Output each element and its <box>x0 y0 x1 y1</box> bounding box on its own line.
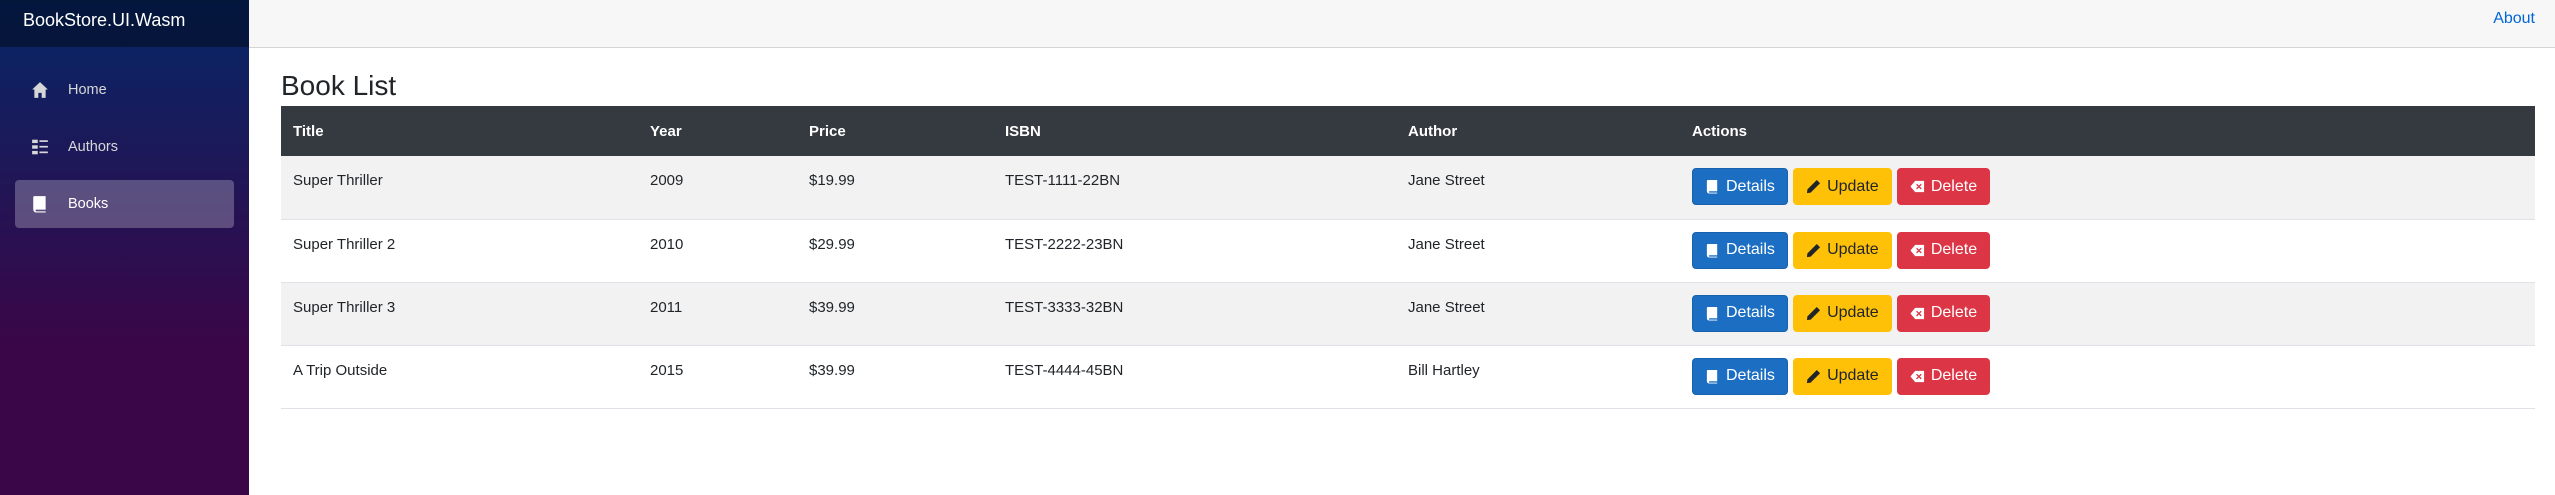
column-header-title: Title <box>293 122 324 140</box>
cell-year: 2011 <box>650 298 683 316</box>
book-icon <box>1706 306 1718 321</box>
cell-author: Jane Street <box>1408 298 1485 316</box>
update-label: Update <box>1827 241 1879 258</box>
details-label: Details <box>1726 367 1775 384</box>
cell-price: $39.99 <box>809 361 855 379</box>
table-header-row: Title Year Price ISBN Author Actions <box>281 106 2535 156</box>
cell-isbn: TEST-3333-32BN <box>1005 298 1124 316</box>
details-button[interactable]: Details <box>1692 168 1788 205</box>
details-button[interactable]: Details <box>1692 294 1788 332</box>
pencil-icon <box>1807 179 1821 194</box>
book-icon <box>1706 369 1718 384</box>
update-label: Update <box>1827 304 1879 321</box>
details-label: Details <box>1726 177 1775 195</box>
page-title: Book List <box>281 70 397 101</box>
table-row: Super Thriller 3 2011 $39.99 TEST-3333-3… <box>281 282 2535 345</box>
table-row: Super Thriller 2009 $19.99 TEST-1111-22B… <box>281 156 2535 219</box>
cell-title: Super Thriller 2 <box>293 235 396 253</box>
cell-price: $19.99 <box>809 172 855 189</box>
app-brand[interactable]: BookStore.UI.Wasm <box>0 0 249 47</box>
sidebar-item-home[interactable]: Home <box>15 66 234 114</box>
list-icon <box>30 137 50 157</box>
pencil-icon <box>1807 243 1821 257</box>
sidebar-item-label: Books <box>68 196 109 212</box>
details-button[interactable]: Details <box>1692 231 1788 269</box>
update-button[interactable]: Update <box>1793 294 1892 332</box>
pencil-icon <box>1807 306 1821 320</box>
column-header-isbn: ISBN <box>1005 122 1041 140</box>
cell-actions: Details Update Delete <box>1680 219 2535 282</box>
update-label: Update <box>1827 367 1879 384</box>
main-content: Book List Title Year Price ISBN Author A… <box>281 48 2535 409</box>
column-header-price: Price <box>809 122 846 140</box>
table-row: Super Thriller 2 2010 $29.99 TEST-2222-2… <box>281 219 2535 282</box>
delete-button[interactable]: Delete <box>1896 357 1991 395</box>
about-link[interactable]: About <box>2493 10 2535 28</box>
details-label: Details <box>1726 241 1775 258</box>
details-button[interactable]: Details <box>1692 357 1788 395</box>
cell-actions: Details Update Delete <box>1680 345 2535 408</box>
book-icon <box>1706 243 1718 258</box>
delete-label: Delete <box>1930 304 1978 321</box>
cell-title: A Trip Outside <box>293 361 388 379</box>
delete-label: Delete <box>1930 367 1978 384</box>
backspace-icon <box>1910 244 1924 256</box>
column-header-year: Year <box>650 122 682 140</box>
update-label: Update <box>1827 177 1879 195</box>
delete-label: Delete <box>1930 177 1978 195</box>
backspace-icon <box>1910 180 1924 193</box>
update-button[interactable]: Update <box>1793 357 1892 395</box>
update-button[interactable]: Update <box>1793 231 1892 269</box>
pencil-icon <box>1807 369 1821 383</box>
delete-button[interactable]: Delete <box>1896 294 1991 332</box>
cell-price: $29.99 <box>809 235 855 253</box>
cell-year: 2015 <box>650 361 684 379</box>
sidebar-item-authors[interactable]: Authors <box>15 123 234 171</box>
book-icon <box>1706 179 1718 194</box>
table-row: A Trip Outside 2015 $39.99 TEST-4444-45B… <box>281 345 2535 408</box>
cell-author: Bill Hartley <box>1408 361 1480 379</box>
cell-isbn: TEST-1111-22BN <box>1005 172 1121 189</box>
sidebar: BookStore.UI.Wasm Home Authors Books <box>0 0 249 495</box>
top-bar: About <box>249 0 2555 48</box>
backspace-icon <box>1910 370 1924 382</box>
cell-price: $39.99 <box>809 298 855 316</box>
details-label: Details <box>1726 304 1775 321</box>
cell-actions: Details Update Delete <box>1680 156 2535 219</box>
backspace-icon <box>1910 307 1924 319</box>
update-button[interactable]: Update <box>1793 168 1892 205</box>
sidebar-item-books[interactable]: Books <box>15 180 234 228</box>
sidebar-item-label: Authors <box>68 139 118 155</box>
cell-isbn: TEST-2222-23BN <box>1005 235 1124 253</box>
cell-year: 2010 <box>650 235 684 253</box>
column-header-author: Author <box>1408 122 1458 140</box>
books-table: Title Year Price ISBN Author Actions Sup… <box>281 106 2535 409</box>
home-icon <box>30 80 50 100</box>
delete-button[interactable]: Delete <box>1896 168 1991 205</box>
sidebar-nav: Home Authors Books <box>0 47 249 228</box>
cell-title: Super Thriller <box>293 172 383 189</box>
delete-button[interactable]: Delete <box>1896 231 1991 269</box>
cell-actions: Details Update Delete <box>1680 282 2535 345</box>
cell-year: 2009 <box>650 172 684 189</box>
delete-label: Delete <box>1930 241 1978 258</box>
cell-author: Jane Street <box>1408 235 1485 253</box>
cell-isbn: TEST-4444-45BN <box>1005 361 1124 379</box>
book-icon <box>30 194 50 214</box>
sidebar-item-label: Home <box>68 82 107 98</box>
column-header-actions: Actions <box>1692 122 1748 140</box>
cell-title: Super Thriller 3 <box>293 298 396 316</box>
cell-author: Jane Street <box>1408 172 1485 189</box>
